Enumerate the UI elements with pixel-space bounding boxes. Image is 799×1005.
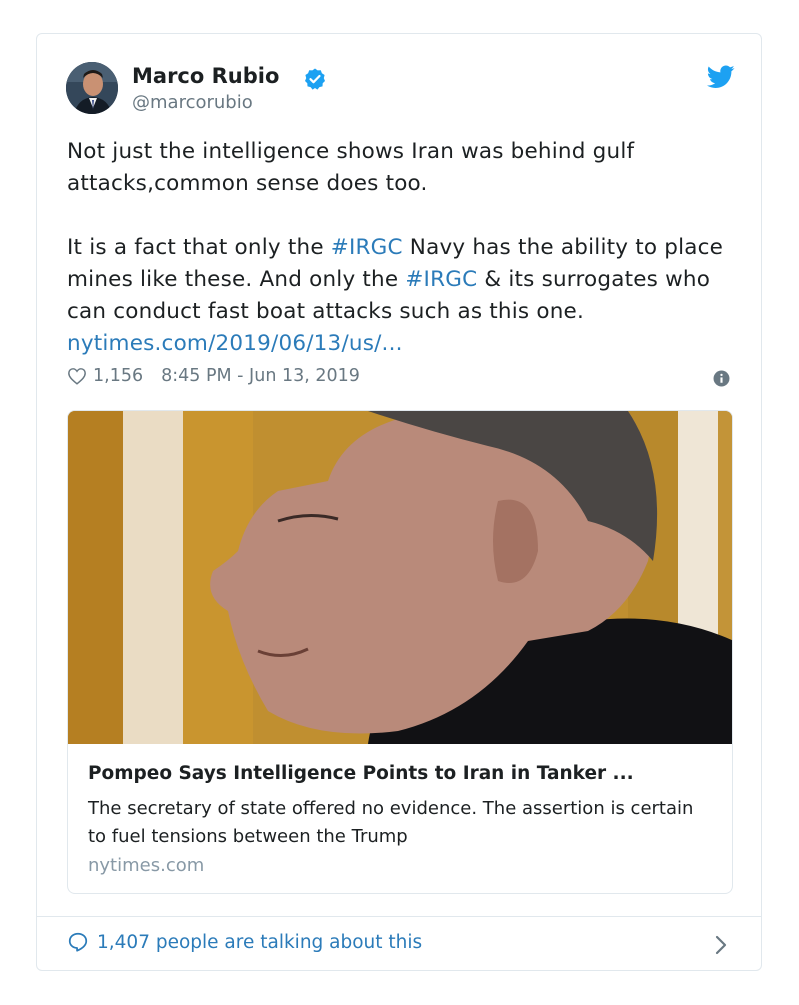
info-icon[interactable] [713, 370, 730, 387]
tweet-text: Not just the intelligence shows Iran was… [67, 136, 727, 360]
link-card[interactable]: Pompeo Says Intelligence Points to Iran … [67, 410, 733, 894]
article-url-link[interactable]: nytimes.com/2019/06/13/us/... [67, 331, 403, 356]
card-description: The secretary of state offered no eviden… [88, 798, 694, 847]
verified-badge-icon [305, 68, 325, 90]
hashtag-link[interactable]: #IRGC [405, 267, 477, 292]
text-segment: It is a fact that only the [67, 235, 331, 260]
conversation-count[interactable]: 1,407 people are talking about this [97, 932, 422, 953]
like-count[interactable]: 1,156 [93, 366, 143, 386]
tweet-paragraph: Not just the intelligence shows Iran was… [67, 139, 635, 196]
card-title[interactable]: Pompeo Says Intelligence Points to Iran … [88, 763, 634, 784]
avatar[interactable] [66, 62, 118, 114]
tweet-meta: 1,156 8:45 PM - Jun 13, 2019 [67, 366, 360, 386]
hashtag-link[interactable]: #IRGC [331, 235, 403, 260]
author-name[interactable]: Marco Rubio [132, 64, 279, 88]
conversation-link[interactable]: 1,407 people are talking about this [67, 931, 422, 953]
twitter-bird-icon[interactable] [707, 65, 735, 89]
article-photo [68, 411, 732, 744]
tweet-paragraph: It is a fact that only the #IRGC Navy ha… [67, 232, 727, 360]
speech-bubble-icon [68, 932, 88, 952]
footer-divider [37, 916, 761, 917]
timestamp[interactable]: 8:45 PM - Jun 13, 2019 [161, 366, 360, 386]
tweet-card: Marco Rubio @marcorubio Not just the int… [36, 33, 762, 971]
heart-icon[interactable] [67, 367, 87, 385]
card-domain: nytimes.com [88, 855, 205, 876]
author-handle[interactable]: @marcorubio [132, 92, 253, 113]
chevron-right-icon[interactable] [714, 934, 728, 956]
